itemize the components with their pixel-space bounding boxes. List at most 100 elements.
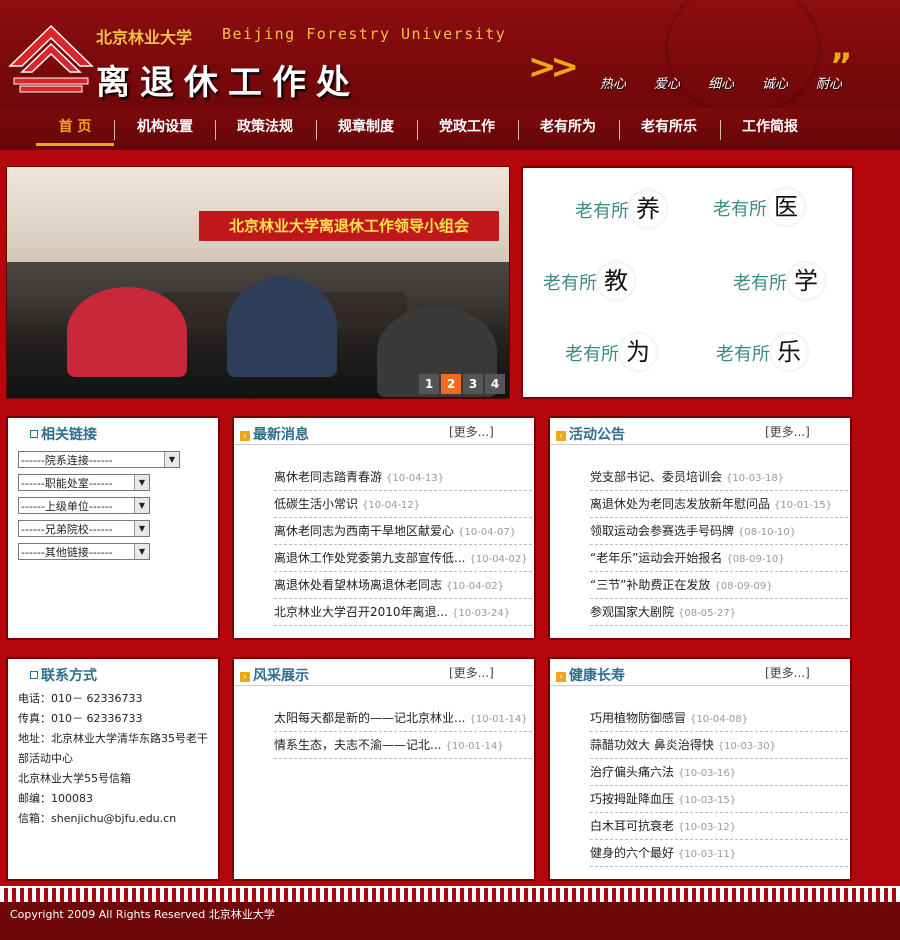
list-item[interactable]: 治疗偏头痛六法 {10-03-16} bbox=[590, 759, 848, 786]
list-item[interactable]: 健身的六个最好 {10-03-11} bbox=[590, 840, 848, 867]
list-item[interactable]: 巧用植物防御感冒 {10-04-08} bbox=[590, 705, 848, 732]
select-sister-schools[interactable]: ------兄弟院校------ ▼ bbox=[18, 520, 150, 537]
arrow-icon: › bbox=[240, 431, 250, 441]
nav-divider bbox=[114, 120, 115, 140]
nav-item-policy[interactable]: 政策法规 bbox=[220, 108, 310, 146]
slogan-list: 热心 爱心 细心 诚心 耐心 bbox=[600, 73, 856, 92]
list-item[interactable]: 太阳每天都是新的——记北京林业... {10-01-14} bbox=[274, 705, 532, 732]
health-more-link[interactable]: [更多...] bbox=[765, 664, 810, 681]
list-item[interactable]: 蒜醋功效大 鼻炎治得快 {10-03-30} bbox=[590, 732, 848, 759]
list-item[interactable]: 参观国家大剧院 {08-05-27} bbox=[590, 599, 848, 626]
university-name-en: Beijing Forestry University bbox=[222, 25, 507, 43]
bullet-icon bbox=[30, 430, 38, 438]
slider-page-1[interactable]: 1 bbox=[419, 374, 439, 394]
chevron-down-icon: ▼ bbox=[134, 475, 149, 490]
contact-address: 地址：北京林业大学清华东路35号老干部活动中心 bbox=[18, 732, 208, 765]
contact-panel: 联系方式 电话：010－ 62336733 传真：010－ 62336733 地… bbox=[6, 657, 220, 881]
divider bbox=[234, 685, 534, 686]
slide-person-shape bbox=[227, 277, 337, 377]
select-superiors[interactable]: ------上级单位------ ▼ bbox=[18, 497, 150, 514]
nav-divider bbox=[518, 120, 519, 140]
main-nav: 首 页 机构设置 政策法规 规章制度 党政工作 老有所为 老有所乐 工作简报 bbox=[0, 108, 900, 150]
list-item[interactable]: 北京林业大学召开2010年离退... {10-03-24} bbox=[274, 599, 532, 626]
list-item[interactable]: 巧按拇趾降血压 {10-03-15} bbox=[590, 786, 848, 813]
list-item[interactable]: “老年乐”运动会开始报名 {08-09-10} bbox=[590, 545, 848, 572]
notices-more-link[interactable]: [更多...] bbox=[765, 423, 810, 440]
nav-item-party-work[interactable]: 党政工作 bbox=[422, 108, 512, 146]
notices-list: 党支部书记、委员培训会 {10-03-18} 离退休处为老同志发放新年慰问品 {10… bbox=[590, 464, 848, 626]
select-departments[interactable]: ------院系连接------ ▼ bbox=[18, 451, 180, 468]
slider-page-2[interactable]: 2 bbox=[441, 374, 461, 394]
health-title: › 健康长寿 bbox=[556, 665, 625, 685]
slogan: 爱心 bbox=[654, 77, 681, 92]
six-aspects-box: 老有所养 老有所医 老有所教 老有所学 老有所为 老有所乐 bbox=[521, 166, 854, 399]
showcase-list: 太阳每天都是新的——记北京林业... {10-01-14} 情系生态，夫志不渝——… bbox=[274, 705, 532, 759]
contact-title: 联系方式 bbox=[30, 665, 97, 685]
aspect-yi: 老有所医 bbox=[713, 188, 805, 226]
nav-divider bbox=[417, 120, 418, 140]
divider bbox=[550, 444, 850, 445]
department-title: 离退休工作处 bbox=[96, 63, 360, 103]
list-item[interactable]: 领取运动会参赛选手号码牌 {08-10-10} bbox=[590, 518, 848, 545]
contact-fax: 传真：010－ 62336733 bbox=[18, 712, 143, 725]
showcase-title: › 风采展示 bbox=[240, 665, 309, 685]
nav-item-briefing[interactable]: 工作简报 bbox=[724, 108, 816, 146]
university-name: 北京林业大学 bbox=[96, 28, 193, 47]
university-logo bbox=[8, 24, 94, 93]
slogan: 诚心 bbox=[762, 77, 789, 92]
links-title: 相关链接 bbox=[30, 424, 97, 444]
aspect-le: 老有所乐 bbox=[716, 333, 808, 371]
aspect-xue: 老有所学 bbox=[733, 262, 825, 300]
showcase-more-link[interactable]: [更多...] bbox=[449, 664, 494, 681]
aspect-jiao: 老有所教 bbox=[543, 262, 635, 300]
slider-pagination: 1 2 3 4 bbox=[419, 374, 505, 394]
footer-copyright: Copyright 2009 All Rights Reserved 北京林业大… bbox=[0, 902, 900, 940]
chevron-down-icon: ▼ bbox=[134, 498, 149, 513]
chevron-down-icon: ▼ bbox=[164, 452, 179, 467]
slider-page-4[interactable]: 4 bbox=[485, 374, 505, 394]
double-arrow-icon: >> bbox=[528, 47, 579, 87]
nav-item-home[interactable]: 首 页 bbox=[36, 108, 114, 146]
divider bbox=[550, 685, 850, 686]
nav-divider bbox=[316, 120, 317, 140]
slogan: 热心 bbox=[600, 77, 627, 92]
nav-divider bbox=[619, 120, 620, 140]
aspect-yang: 老有所养 bbox=[575, 190, 667, 228]
news-more-link[interactable]: [更多...] bbox=[449, 423, 494, 440]
list-item[interactable]: 离休老同志为西南干旱地区献爱心 {10-04-07} bbox=[274, 518, 532, 545]
news-list: 离休老同志踏青春游 {10-04-13} 低碳生活小常识 {10-04-12} 离休… bbox=[274, 464, 532, 626]
list-item[interactable]: 离退休处为老同志发放新年慰问品 {10-01-15} bbox=[590, 491, 848, 518]
list-item[interactable]: 离退休处看望林场离退休老同志 {10-04-02} bbox=[274, 572, 532, 599]
photo-slider[interactable]: 北京林业大学离退休工作领导小组会 1 2 3 4 bbox=[6, 166, 510, 399]
contact-mailbox: 北京林业大学55号信箱 bbox=[18, 772, 131, 785]
list-item[interactable]: 离退休工作处党委第九支部宣传低... {10-04-02} bbox=[274, 545, 532, 572]
news-panel: › 最新消息 [更多...] 离休老同志踏青春游 {10-04-13} 低碳生活小常… bbox=[232, 416, 536, 640]
list-item[interactable]: 党支部书记、委员培训会 {10-03-18} bbox=[590, 464, 848, 491]
arrow-icon: › bbox=[240, 672, 250, 682]
nav-item-contribution[interactable]: 老有所为 bbox=[522, 108, 614, 146]
list-item[interactable]: 低碳生活小常识 {10-04-12} bbox=[274, 491, 532, 518]
nav-item-organization[interactable]: 机构设置 bbox=[120, 108, 210, 146]
list-item[interactable]: “三节”补助费正在发放 {08-09-09} bbox=[590, 572, 848, 599]
health-list: 巧用植物防御感冒 {10-04-08} 蒜醋功效大 鼻炎治得快 {10-03-30}… bbox=[590, 705, 848, 867]
select-other-links[interactable]: ------其他链接------ ▼ bbox=[18, 543, 150, 560]
contact-info: 电话：010－ 62336733 传真：010－ 62336733 地址：北京林… bbox=[18, 689, 210, 829]
slider-page-3[interactable]: 3 bbox=[463, 374, 483, 394]
chevron-down-icon: ▼ bbox=[134, 544, 149, 559]
select-offices[interactable]: ------职能处室------ ▼ bbox=[18, 474, 150, 491]
divider bbox=[234, 444, 534, 445]
nav-item-rules[interactable]: 规章制度 bbox=[320, 108, 412, 146]
aspect-wei: 老有所为 bbox=[565, 333, 657, 371]
news-title: › 最新消息 bbox=[240, 424, 309, 444]
list-item[interactable]: 离休老同志踏青春游 {10-04-13} bbox=[274, 464, 532, 491]
nav-item-leisure[interactable]: 老有所乐 bbox=[623, 108, 715, 146]
contact-email[interactable]: 信箱：shenjichu@bjfu.edu.cn bbox=[18, 809, 210, 829]
slogan: 细心 bbox=[708, 77, 735, 92]
health-panel: › 健康长寿 [更多...] 巧用植物防御感冒 {10-04-08} 蒜醋功效大 鼻… bbox=[548, 657, 852, 881]
slide-banner-text: 北京林业大学离退休工作领导小组会 bbox=[199, 211, 499, 241]
notices-panel: › 活动公告 [更多...] 党支部书记、委员培训会 {10-03-18} 离退休处… bbox=[548, 416, 852, 640]
list-item[interactable]: 白木耳可抗衰老 {10-03-12} bbox=[590, 813, 848, 840]
slide-person-shape bbox=[67, 287, 187, 377]
list-item[interactable]: 情系生态，夫志不渝——记北... {10-01-14} bbox=[274, 732, 532, 759]
bullet-icon bbox=[30, 671, 38, 679]
